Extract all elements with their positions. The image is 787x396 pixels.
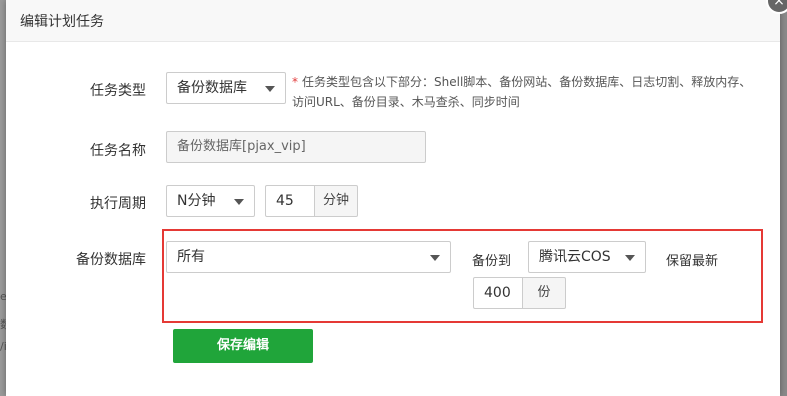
task-name-value: 备份数据库[pjax_vip] (177, 139, 306, 154)
save-button[interactable]: 保存编辑 (173, 329, 313, 363)
chevron-down-icon (430, 255, 440, 261)
period-minutes-value: 45 (276, 193, 294, 209)
chevron-down-icon (234, 199, 244, 205)
period-unit-value: N分钟 (177, 193, 216, 209)
task-type-hint-line2: 访问URL、备份目录、木马查杀、同步时间 (292, 95, 520, 109)
chevron-down-icon (265, 86, 275, 92)
period-unit-select[interactable]: N分钟 (166, 185, 255, 217)
task-type-select-value: 备份数据库 (177, 80, 247, 96)
backup-to-label: 备份到 (472, 254, 512, 269)
backup-db-select-value: 所有 (177, 249, 205, 265)
dialog-header: 编辑计划任务 (6, 0, 780, 42)
keep-count-addon: 份 (523, 277, 566, 309)
edit-task-dialog: 编辑计划任务 任务类型 备份数据库 * 任务类型包含以下部分：Shell脚本、备份… (6, 0, 780, 396)
backup-destination-value: 腾讯云COS (539, 249, 611, 265)
period-minutes-addon: 分钟 (315, 185, 358, 217)
backup-destination-select[interactable]: 腾讯云COS (528, 241, 646, 273)
keep-count-value: 400 (484, 285, 511, 301)
task-name-label: 任务名称 (90, 143, 146, 159)
keep-latest-label: 保留最新 (666, 254, 719, 269)
required-star: * (292, 75, 298, 89)
task-type-select[interactable]: 备份数据库 (166, 72, 286, 104)
task-type-hint: * 任务类型包含以下部分：Shell脚本、备份网站、备份数据库、日志切割、释放内存… (292, 72, 762, 112)
chevron-down-icon (625, 255, 635, 261)
task-type-hint-line1: 任务类型包含以下部分：Shell脚本、备份网站、备份数据库、日志切割、释放内存、 (302, 75, 752, 89)
period-label: 执行周期 (90, 196, 146, 212)
backup-db-select[interactable]: 所有 (166, 241, 451, 273)
backup-db-label: 备份数据库 (76, 252, 146, 268)
dialog-title: 编辑计划任务 (20, 14, 104, 30)
task-name-field[interactable]: 备份数据库[pjax_vip] (166, 131, 426, 163)
keep-count-input[interactable]: 400 (473, 277, 523, 309)
task-type-label: 任务类型 (90, 83, 146, 99)
close-icon: × (773, 0, 785, 9)
period-minutes-input[interactable]: 45 (265, 185, 315, 217)
